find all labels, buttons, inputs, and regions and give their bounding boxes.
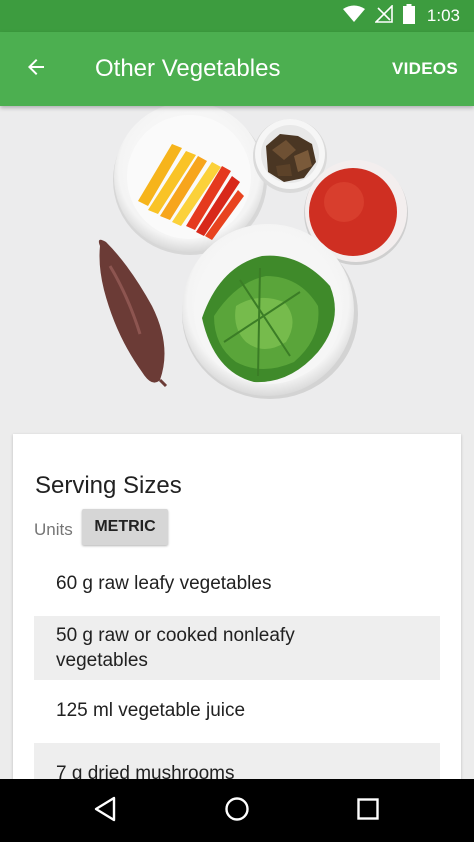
no-signal-icon	[373, 3, 393, 28]
list-item: 125 ml vegetable juice	[56, 700, 246, 721]
units-label: Units	[34, 520, 73, 539]
nav-home-button[interactable]	[217, 791, 257, 831]
nav-back-icon	[93, 796, 117, 827]
page-title: Other Vegetables	[95, 55, 281, 82]
back-button[interactable]	[14, 47, 58, 91]
list-item: 60 g raw leafy vegetables	[56, 573, 272, 594]
nav-back-button[interactable]	[85, 791, 125, 831]
units-toggle-button[interactable]: METRIC	[82, 509, 168, 545]
battery-icon	[402, 3, 415, 29]
nav-recents-icon	[356, 797, 380, 826]
arrow-back-icon	[24, 55, 48, 84]
serving-sizes-title: Serving Sizes	[35, 472, 182, 499]
serving-list: 60 g raw leafy vegetables 50 g raw or co…	[34, 562, 440, 803]
videos-button[interactable]: VIDEOS	[392, 59, 458, 79]
app-bar: Other Vegetables VIDEOS	[0, 32, 474, 106]
status-icons: 1:03	[342, 3, 460, 29]
status-bar: 1:03	[0, 0, 474, 32]
serving-sizes-card: Serving Sizes Units METRIC 60 g raw leaf…	[13, 434, 461, 814]
wifi-icon	[342, 5, 365, 28]
nav-home-icon	[224, 796, 250, 827]
status-time: 1:03	[426, 6, 460, 25]
system-nav-bar	[0, 779, 474, 842]
nav-recents-button[interactable]	[348, 791, 388, 831]
hero-image	[0, 106, 474, 420]
list-item: 50 g raw or cooked nonleafy vegetables	[34, 616, 440, 680]
